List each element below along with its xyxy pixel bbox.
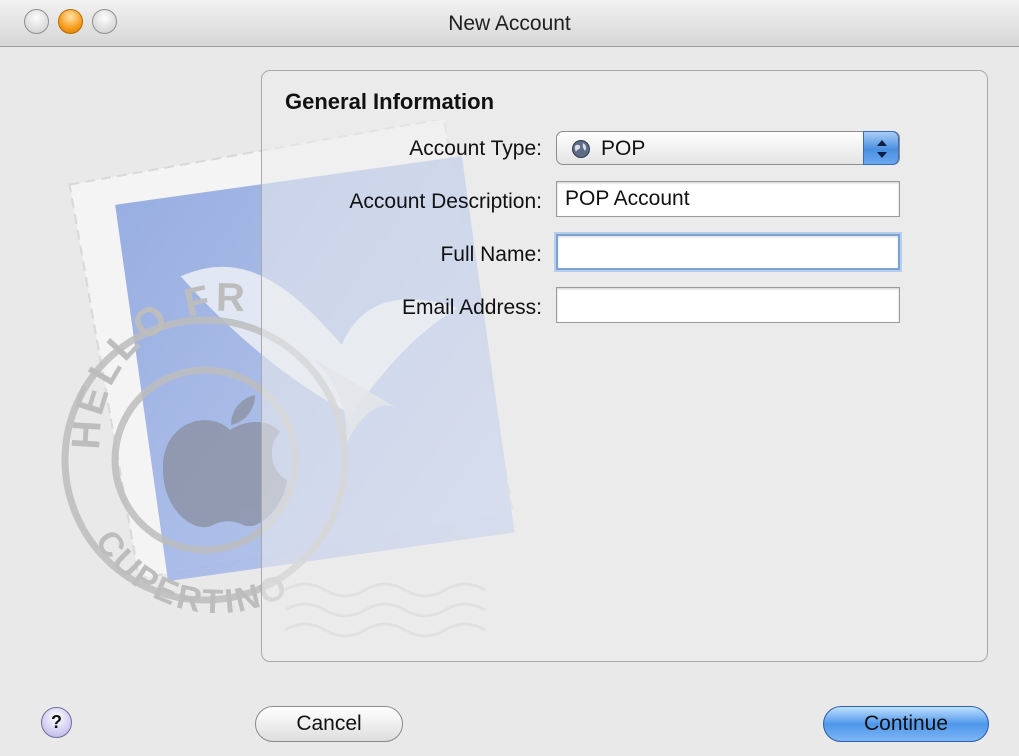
email-address-field[interactable] xyxy=(556,287,900,323)
up-down-arrows-icon xyxy=(877,140,887,158)
email-address-label: Email Address: xyxy=(401,296,542,319)
full-name-label: Full Name: xyxy=(440,243,542,266)
account-type-value: POP xyxy=(601,137,646,160)
globe-icon xyxy=(572,140,590,158)
help-button[interactable]: ? xyxy=(41,707,72,738)
select-arrows-icon[interactable] xyxy=(863,131,899,165)
account-description-field[interactable] xyxy=(556,181,900,217)
section-title: General Information xyxy=(285,89,495,114)
continue-button[interactable]: Continue xyxy=(823,706,989,742)
cancel-button[interactable]: Cancel xyxy=(255,706,403,742)
new-account-window: New Account HELLO FR CUPERTIN General In… xyxy=(0,0,1019,756)
account-description-label: Account Description: xyxy=(349,190,542,213)
full-name-field[interactable] xyxy=(556,234,900,270)
window-title: New Account xyxy=(448,12,571,35)
account-type-label: Account Type: xyxy=(409,137,542,160)
account-type-select[interactable]: POP xyxy=(556,131,900,165)
title-bar[interactable]: New Account xyxy=(0,0,1019,47)
